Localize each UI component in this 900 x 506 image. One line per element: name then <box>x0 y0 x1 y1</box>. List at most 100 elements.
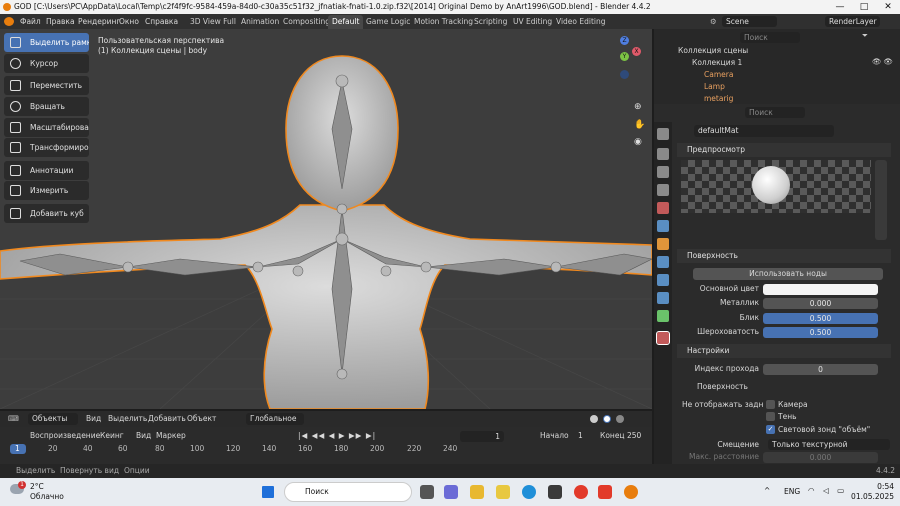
editor-type-icon[interactable]: ⌨ <box>8 411 19 427</box>
pass-index-field[interactable]: 0 <box>763 364 878 375</box>
render-tab-icon[interactable] <box>657 148 669 160</box>
windows-start-icon[interactable] <box>262 486 274 498</box>
tab-uv-editing[interactable]: UV Editing <box>509 15 556 29</box>
filter-icon[interactable]: ⏷ <box>862 31 868 41</box>
transform-orientation-dropdown[interactable]: Глобальное <box>246 413 304 425</box>
menu-keying[interactable]: Кеинг <box>100 428 124 444</box>
menu-object[interactable]: Объект <box>187 411 216 427</box>
tab-default[interactable]: Default <box>328 15 364 29</box>
blender-menu-icon[interactable] <box>4 17 14 26</box>
visibility-icons[interactable]: 👁👁 <box>872 57 895 66</box>
offset-dropdown[interactable]: Только текстурной <box>768 439 890 450</box>
yandex-browser-icon[interactable] <box>598 485 612 499</box>
rendered-shading-icon[interactable] <box>616 415 624 423</box>
camera-view-icon[interactable]: ◉ <box>634 137 642 147</box>
gizmo-x-axis[interactable]: X <box>632 47 641 56</box>
tab-game-logic[interactable]: Game Logic <box>362 15 414 29</box>
material-name-field[interactable]: defaultMat <box>694 125 834 137</box>
weather-text[interactable]: Облачно <box>30 492 64 501</box>
file-explorer-icon[interactable] <box>470 485 484 499</box>
start-frame-value[interactable]: 1 <box>578 428 583 444</box>
volume-probe-checkbox[interactable]: ✓ <box>766 425 775 434</box>
scene-tab-icon[interactable] <box>657 202 669 214</box>
view-layer-selector[interactable]: RenderLayer <box>825 16 880 27</box>
gizmo-neg-z[interactable] <box>620 70 629 79</box>
close-button[interactable]: ✕ <box>876 0 900 14</box>
tool-scale[interactable]: Масштабировать <box>4 118 89 137</box>
tab-motion-tracking[interactable]: Motion Tracking <box>410 15 477 29</box>
clock-time[interactable]: 0:54 <box>854 482 894 491</box>
output-tab-icon[interactable] <box>657 166 669 178</box>
menu-render[interactable]: Рендеринг <box>78 14 120 29</box>
outliner-row-camera[interactable]: Camera <box>656 69 900 81</box>
navigation-gizmo[interactable]: Z X Y ⊕ ✋ ◉ <box>606 34 646 152</box>
outliner-row-lamp[interactable]: Lamp <box>656 81 900 93</box>
camera-checkbox[interactable] <box>766 400 775 409</box>
end-frame-value[interactable]: 250 <box>627 428 641 444</box>
specular-slider[interactable]: 0.500 <box>763 313 878 324</box>
section-settings[interactable]: Настройки <box>677 344 891 358</box>
menu-select[interactable]: Выделить <box>108 411 147 427</box>
weather-temp[interactable]: 2°C <box>30 482 44 491</box>
pan-hand-icon[interactable]: ✋ <box>634 120 645 130</box>
input-language[interactable]: ENG <box>784 487 800 496</box>
tab-scripting[interactable]: Scripting <box>470 15 511 29</box>
material-tab-icon[interactable] <box>656 331 670 345</box>
section-surface[interactable]: Поверхность <box>677 249 891 263</box>
max-distance-field[interactable]: 0.000 <box>763 452 878 463</box>
tool-measure[interactable]: Измерить <box>4 181 89 200</box>
object-mode-dropdown[interactable]: Объекты <box>28 413 78 425</box>
gizmo-y-axis[interactable]: Y <box>620 52 629 61</box>
physics-tab-icon[interactable] <box>657 292 669 304</box>
subsection-surface[interactable]: Поверхность <box>697 382 748 391</box>
3d-viewport[interactable] <box>0 29 652 409</box>
tool-annotate[interactable]: Аннотации <box>4 161 89 180</box>
tab-video-editing[interactable]: Video Editing <box>552 15 610 29</box>
task-view-icon[interactable] <box>420 485 434 499</box>
menu-help[interactable]: Справка <box>145 14 178 29</box>
object-tab-icon[interactable] <box>657 238 669 250</box>
blender-taskbar-icon[interactable] <box>624 485 638 499</box>
data-tab-icon[interactable] <box>657 310 669 322</box>
scene-selector[interactable]: Scene <box>722 16 777 27</box>
maximize-button[interactable]: □ <box>852 0 876 14</box>
shadow-checkbox[interactable] <box>766 412 775 421</box>
tool-tab-icon[interactable] <box>657 128 669 140</box>
outliner-search[interactable]: Поиск <box>740 32 800 43</box>
menu-add[interactable]: Добавить <box>148 411 186 427</box>
view-layer-tab-icon[interactable] <box>657 184 669 196</box>
store-icon[interactable] <box>548 485 562 499</box>
folder-icon[interactable] <box>496 485 510 499</box>
gizmo-z-axis[interactable]: Z <box>620 36 629 45</box>
section-preview[interactable]: Предпросмотр <box>677 143 891 157</box>
tab-3d-view-full[interactable]: 3D View Full <box>186 15 240 29</box>
use-nodes-button[interactable]: Использовать ноды <box>693 268 883 280</box>
material-shading-icon[interactable] <box>603 415 611 423</box>
playback-controls[interactable]: |◀ ◀◀ ◀ ▶ ▶▶ ▶| <box>298 428 376 444</box>
particles-tab-icon[interactable] <box>657 274 669 286</box>
zoom-icon[interactable]: ⊕ <box>634 102 642 112</box>
menu-timeline-view[interactable]: Вид <box>136 428 151 444</box>
menu-playback[interactable]: Воспроизведение <box>30 428 100 444</box>
teams-icon[interactable] <box>444 485 458 499</box>
clock-date[interactable]: 01.05.2025 <box>846 492 894 501</box>
roughness-slider[interactable]: 0.500 <box>763 327 878 338</box>
tool-move[interactable]: Переместить <box>4 76 89 95</box>
menu-file[interactable]: Файл <box>20 14 41 29</box>
menu-marker[interactable]: Маркер <box>156 428 186 444</box>
preview-shape-buttons[interactable] <box>875 160 887 240</box>
menu-edit[interactable]: Правка <box>46 14 75 29</box>
tab-compositing[interactable]: Compositing <box>279 15 334 29</box>
yandex-icon[interactable] <box>574 485 588 499</box>
properties-search[interactable]: Поиск <box>745 107 805 118</box>
tool-rotate[interactable]: Вращать <box>4 97 89 116</box>
tab-animation[interactable]: Animation <box>237 15 283 29</box>
modifier-tab-icon[interactable] <box>657 256 669 268</box>
world-tab-icon[interactable] <box>657 220 669 232</box>
tool-add-cube[interactable]: Добавить куб <box>4 204 89 223</box>
tool-cursor[interactable]: Курсор <box>4 54 89 73</box>
metallic-slider[interactable]: 0.000 <box>763 298 878 309</box>
current-frame-field[interactable]: 1 <box>460 431 504 442</box>
tool-transform[interactable]: Трансформиро... <box>4 138 89 157</box>
outliner-row-scene-collection[interactable]: Коллекция сцены <box>656 45 900 57</box>
